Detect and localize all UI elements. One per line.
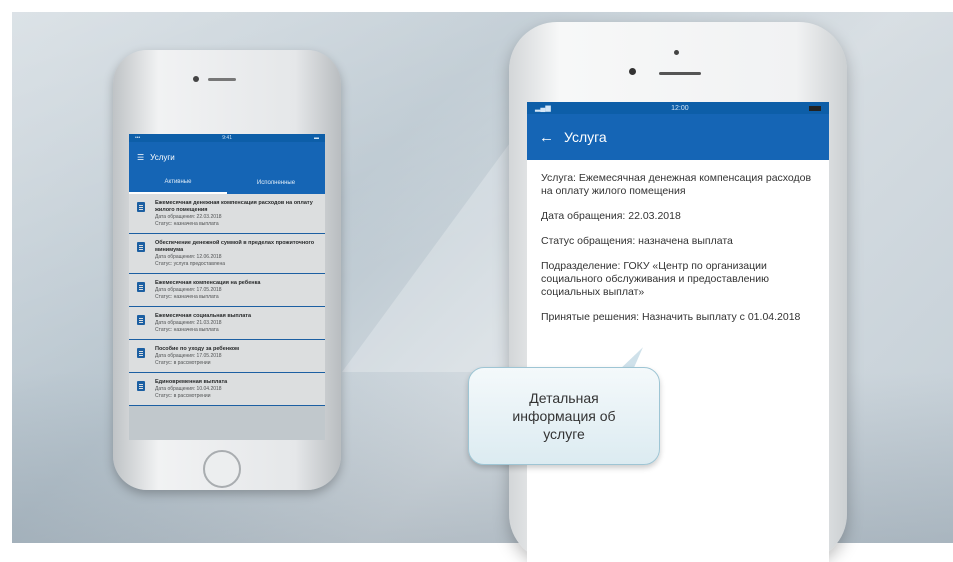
item-title: Обеспечение денежной суммой в пределах п… (155, 240, 315, 253)
item-title: Единовременная выплата (155, 379, 228, 385)
service-details: Услуга: Ежемесячная денежная компенсация… (527, 160, 829, 324)
item-status: Статус: в рассмотрении (155, 392, 211, 399)
arrow-left-icon[interactable]: ← (539, 129, 554, 146)
camera-icon (629, 68, 636, 75)
item-title: Ежемесячная денежная компенсация расходо… (155, 200, 313, 213)
document-icon (137, 381, 145, 391)
tab-active[interactable]: Активные (129, 172, 227, 194)
status-time: 12:00 (671, 104, 689, 112)
tab-bar: Активные Исполненные (129, 172, 325, 194)
document-icon (137, 348, 145, 358)
large-phone-mockup: ▂▄▆ 12:00 ← Услуга Услуга: Ежемесячная д… (509, 22, 847, 562)
detail-department: Подразделение: ГОКУ «Центр по организаци… (541, 260, 769, 298)
item-status: Статус: назначена выплата (155, 220, 219, 227)
item-status: Статус: услуга предоставлена (155, 260, 225, 267)
detail-date: Дата обращения: 22.03.2018 (541, 210, 681, 222)
item-title: Ежемесячная социальная выплата (155, 313, 252, 319)
menu-icon[interactable]: ☰ (137, 153, 144, 162)
battery-icon: ▬ (314, 135, 319, 141)
tab-completed[interactable]: Исполненные (227, 172, 325, 194)
status-bar: ••• 9:41 ▬ (129, 134, 325, 142)
signal-icon: ▂▄▆ (535, 105, 551, 112)
screen-title: Услуга (564, 129, 607, 145)
home-button[interactable] (203, 450, 241, 488)
document-icon (137, 282, 145, 292)
speaker-icon (208, 78, 236, 81)
item-status: Статус: назначена выплата (155, 326, 219, 333)
item-title: Пособие по уходу за ребенком (155, 346, 240, 352)
small-phone-screen: ••• 9:41 ▬ ☰ Услуги Активные Исполненные… (129, 134, 325, 440)
list-item[interactable]: Ежемесячная денежная компенсация расходо… (129, 194, 325, 234)
list-item[interactable]: Единовременная выплата Дата обращения: 1… (129, 373, 325, 406)
small-phone-mockup: ••• 9:41 ▬ ☰ Услуги Активные Исполненные… (113, 50, 341, 490)
item-title: Ежемесячная компенсация на ребенка (155, 280, 261, 286)
document-icon (137, 202, 145, 212)
app-bar: ☰ Услуги (129, 142, 325, 172)
app-bar: ← Услуга (527, 114, 829, 160)
item-status: Статус: в рассмотрении (155, 359, 211, 366)
list-item[interactable]: Обеспечение денежной суммой в пределах п… (129, 234, 325, 274)
list-item[interactable]: Ежемесячная социальная выплата Дата обра… (129, 307, 325, 340)
services-list: Ежемесячная денежная компенсация расходо… (129, 194, 325, 406)
item-status: Статус: назначена выплата (155, 293, 219, 300)
document-icon (137, 315, 145, 325)
large-phone-screen: ▂▄▆ 12:00 ← Услуга Услуга: Ежемесячная д… (527, 102, 829, 562)
detail-decision: Принятые решения: Назначить выплату с 01… (541, 311, 801, 323)
battery-icon (808, 105, 821, 111)
status-bar: ▂▄▆ 12:00 (527, 102, 829, 114)
status-time: 9:41 (222, 135, 232, 141)
detail-status: Статус обращения: назначена выплата (541, 235, 733, 247)
list-item[interactable]: Пособие по уходу за ребенком Дата обраще… (129, 340, 325, 373)
speaker-icon (659, 72, 701, 75)
document-icon (137, 242, 145, 252)
list-item[interactable]: Ежемесячная компенсация на ребенка Дата … (129, 274, 325, 307)
sensor-icon (674, 50, 679, 55)
camera-icon (193, 76, 199, 82)
callout-bubble: Детальная информация об услуге (468, 367, 660, 465)
signal-icon: ••• (135, 135, 141, 141)
app-title: Услуги (150, 152, 175, 162)
detail-service: Услуга: Ежемесячная денежная компенсация… (541, 172, 812, 197)
